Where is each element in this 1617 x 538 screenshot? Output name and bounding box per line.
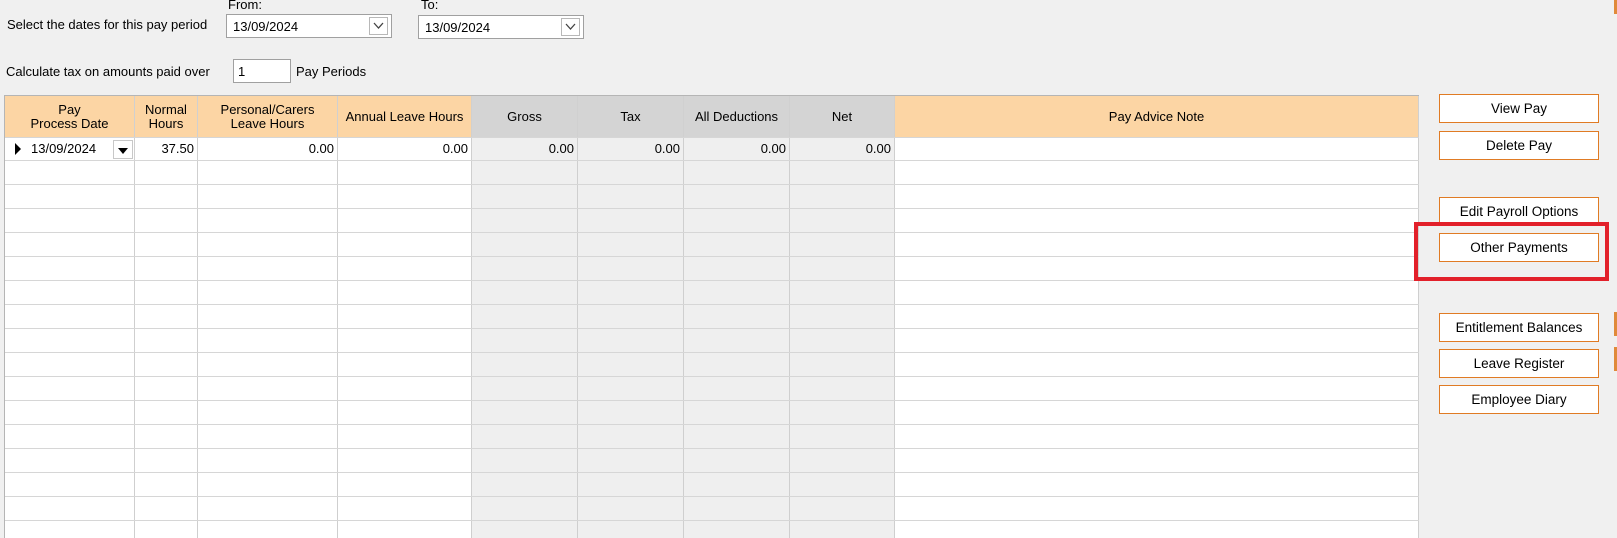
header-pay-advice-note[interactable]: Pay Advice Note (895, 96, 1419, 137)
header-all-deductions[interactable]: All Deductions (684, 96, 790, 137)
chevron-down-icon (565, 23, 576, 30)
header-annual-leave-hours[interactable]: Annual Leave Hours (338, 96, 472, 137)
tax-periods-input-box[interactable] (233, 59, 291, 83)
header-pay-process-date[interactable]: Pay Process Date (5, 96, 135, 137)
from-date-dropdown-button[interactable] (369, 17, 388, 35)
tax-periods-input[interactable] (238, 61, 286, 81)
leave-register-button[interactable]: Leave Register (1439, 349, 1599, 378)
other-payments-highlight (1414, 222, 1609, 281)
header-normal-hours[interactable]: Normal Hours (135, 96, 198, 137)
row1-date-dropdown-button[interactable] (113, 140, 133, 159)
dropdown-arrow-icon (118, 148, 128, 154)
from-date-picker[interactable]: 13/09/2024 (226, 14, 392, 38)
from-date-value: 13/09/2024 (233, 19, 299, 34)
row1-all-deductions: 0.00 (760, 141, 786, 156)
row1-net: 0.00 (865, 141, 891, 156)
pay-periods-label: Pay Periods (296, 64, 367, 79)
to-date-picker[interactable]: 13/09/2024 (418, 15, 584, 39)
to-date-value: 13/09/2024 (425, 20, 491, 35)
to-label: To: (421, 0, 439, 12)
chevron-down-icon (373, 22, 384, 29)
row1-pay-advice-note[interactable] (895, 138, 1419, 160)
header-net[interactable]: Net (790, 96, 895, 137)
row1-tax: 0.00 (654, 141, 680, 156)
entitlement-balances-button[interactable]: Entitlement Balances (1439, 313, 1599, 342)
current-row-arrow-icon (15, 143, 21, 155)
row1-annual-leave-hours[interactable]: 0.00 (338, 138, 472, 160)
row1-pay-process-date[interactable]: 13/09/2024 (31, 138, 115, 160)
delete-pay-button[interactable]: Delete Pay (1439, 131, 1599, 160)
header-tax[interactable]: Tax (578, 96, 684, 137)
header-personal-carers-leave-hours[interactable]: Personal/Carers Leave Hours (198, 96, 338, 137)
view-pay-button[interactable]: View Pay (1439, 94, 1599, 123)
to-date-dropdown-button[interactable] (561, 18, 580, 36)
tax-periods-label: Calculate tax on amounts paid over (6, 64, 210, 79)
pay-grid: Pay Process Date Normal Hours Personal/Car… (4, 95, 1419, 538)
pay-period-label: Select the dates for this pay period (7, 17, 208, 32)
row1-normal-hours[interactable]: 37.50 (135, 138, 198, 160)
row1-gross: 0.00 (548, 141, 574, 156)
from-label: From: (228, 0, 262, 12)
header-gross[interactable]: Gross (472, 96, 578, 137)
row1-personal-carers-leave-hours[interactable]: 0.00 (198, 138, 338, 160)
row-selector[interactable] (5, 138, 23, 160)
employee-diary-button[interactable]: Employee Diary (1439, 385, 1599, 414)
